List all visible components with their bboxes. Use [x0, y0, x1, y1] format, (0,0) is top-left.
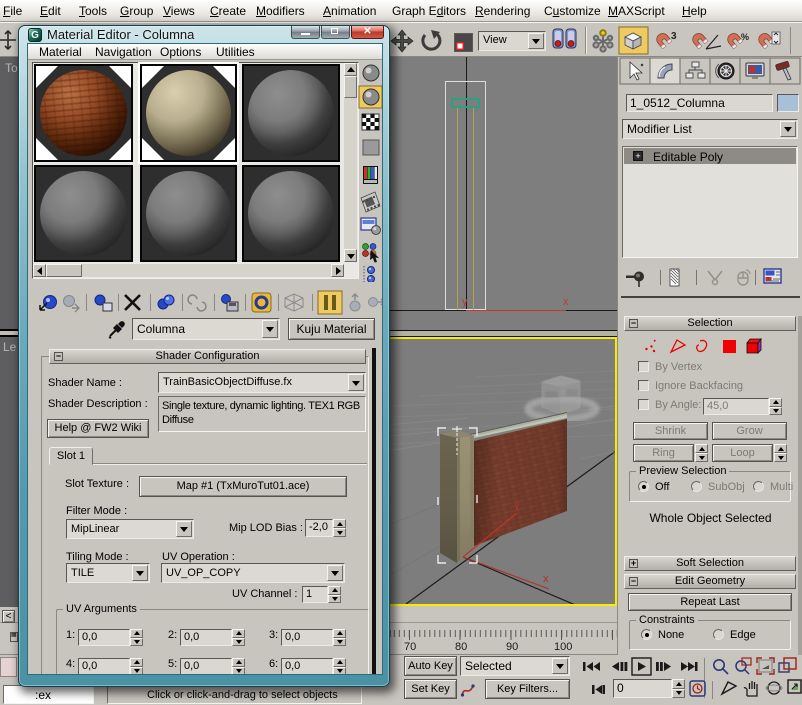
- svg-text:3: 3: [671, 31, 677, 42]
- svg-text:%: %: [741, 32, 749, 42]
- svg-text:y: y: [514, 500, 520, 512]
- svg-text:x: x: [543, 573, 549, 585]
